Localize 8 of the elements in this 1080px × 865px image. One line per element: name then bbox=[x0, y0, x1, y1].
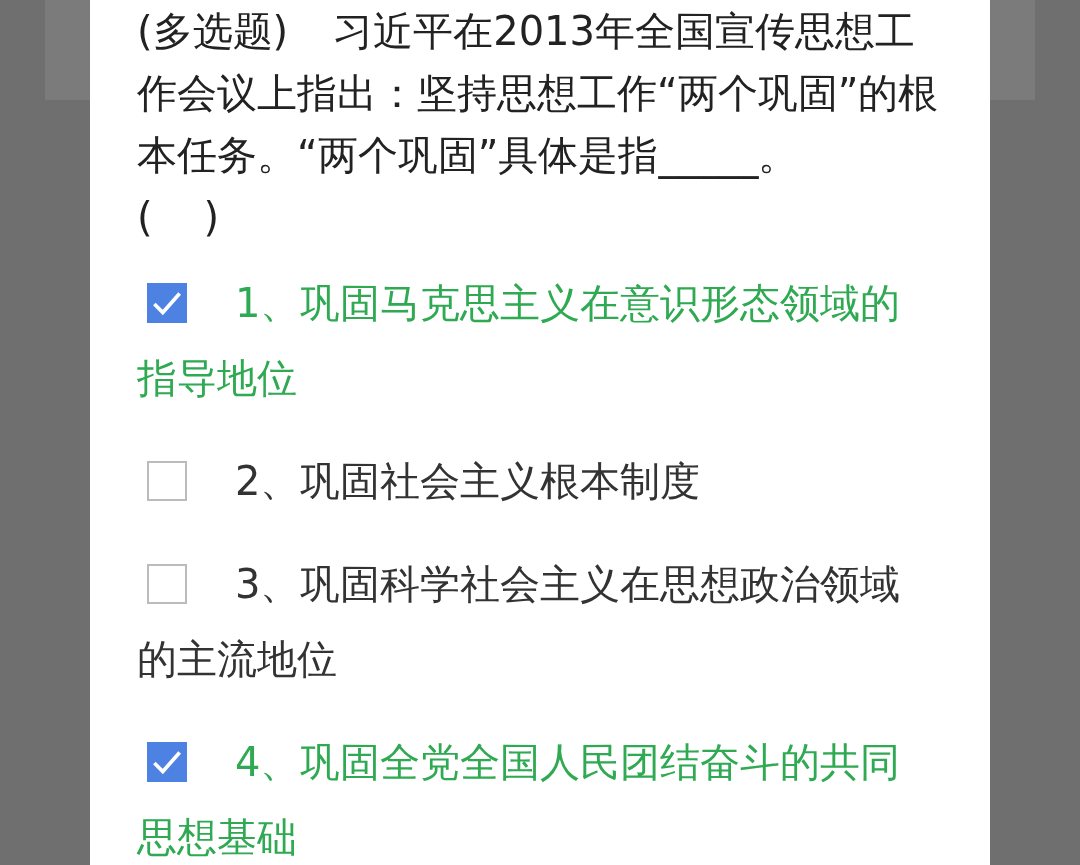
checkbox[interactable] bbox=[147, 283, 187, 323]
checkbox[interactable] bbox=[147, 742, 187, 782]
checkbox[interactable] bbox=[147, 564, 187, 604]
answer-brackets: ( ) bbox=[137, 193, 221, 242]
checkbox[interactable] bbox=[147, 461, 187, 501]
option-label[interactable]: 2、巩固社会主义根本制度 bbox=[137, 444, 940, 519]
option-label[interactable]: 3、巩固科学社会主义在思想政治领域的主流地位 bbox=[137, 547, 940, 697]
question-text: (多选题) 习近平在2013年全国宣传思想工作会议上指出：坚持思想工作“两个巩固”的根本任务。“两个巩固”具体是指_____。 bbox=[137, 7, 940, 181]
